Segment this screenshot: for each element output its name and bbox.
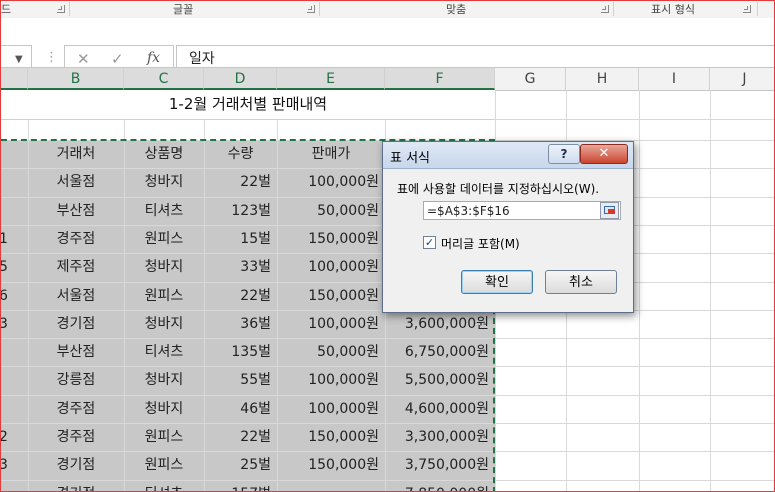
more-icon[interactable]: ⋮: [45, 50, 58, 65]
function-icon[interactable]: fx: [147, 50, 160, 66]
ribbon-group-clipboard: 드: [1, 3, 12, 16]
ribbon-group-font: 글꼴: [173, 3, 194, 16]
help-button[interactable]: ?: [548, 144, 580, 164]
ribbon-separator: [319, 2, 320, 16]
column-gridline: [639, 90, 640, 491]
column-header-b[interactable]: B: [28, 68, 124, 90]
dialog-titlebar[interactable]: 표 서식 ? ✕: [383, 142, 633, 169]
collapse-dialog-button[interactable]: [600, 202, 619, 219]
range-selector-icon-mark: [608, 209, 615, 214]
close-button[interactable]: ✕: [580, 144, 628, 164]
number-launcher-icon[interactable]: [743, 5, 751, 13]
chevron-down-icon[interactable]: ▼: [15, 54, 23, 65]
column-header-h[interactable]: H: [566, 68, 639, 90]
ribbon-separator: [69, 2, 70, 16]
ribbon-group-labels: 드 글꼴 맞춤 표시 형식: [1, 1, 774, 19]
range-input[interactable]: =$A$3:$F$16: [423, 201, 621, 220]
title-row: 1-2월 거래처별 판매내역: [1, 90, 495, 120]
sheet-title[interactable]: 1-2월 거래처별 판매내역: [1, 90, 495, 119]
format-as-table-dialog: 표 서식 ? ✕ 표에 사용할 데이터를 지정하십시오(W). =$A$3:$F…: [382, 141, 634, 313]
column-gridline: [710, 90, 711, 491]
column-header-e[interactable]: E: [277, 68, 385, 90]
ribbon-separator: [613, 2, 614, 16]
enter-icon[interactable]: ✓: [111, 50, 124, 68]
column-header-a[interactable]: [1, 68, 28, 90]
cancel-icon[interactable]: ✕: [77, 50, 90, 68]
range-prompt-label: 표에 사용할 데이터를 지정하십시오(W).: [397, 182, 600, 196]
excel-window: 드 글꼴 맞춤 표시 형식 ▼ ⋮ ✕ ✓ fx 일자 B C D E F G …: [0, 0, 775, 492]
ribbon-separator: [757, 2, 758, 16]
column-header-i[interactable]: I: [639, 68, 710, 90]
ribbon-group-alignment: 맞춤: [446, 3, 467, 16]
headers-checkbox-label[interactable]: 머리글 포함(M): [441, 235, 520, 252]
column-header-d[interactable]: D: [204, 68, 277, 90]
clipboard-launcher-icon[interactable]: [57, 5, 65, 13]
formula-bar: ▼ ⋮ ✕ ✓ fx 일자: [1, 18, 774, 74]
font-launcher-icon[interactable]: [307, 5, 315, 13]
ribbon-group-number: 표시 형식: [651, 3, 695, 16]
ok-button[interactable]: 확인: [461, 270, 533, 294]
column-header-c[interactable]: C: [124, 68, 204, 90]
cancel-button[interactable]: 취소: [545, 270, 617, 294]
column-header-row: B C D E F G H I J: [1, 67, 774, 91]
dialog-title: 표 서식: [390, 151, 431, 166]
column-header-j[interactable]: J: [710, 68, 774, 90]
dialog-body: 표에 사용할 데이터를 지정하십시오(W). =$A$3:$F$16 ✓ 머리글…: [387, 170, 627, 308]
alignment-launcher-icon[interactable]: [601, 5, 609, 13]
column-header-g[interactable]: G: [495, 68, 566, 90]
headers-checkbox[interactable]: ✓: [423, 236, 436, 249]
column-header-f[interactable]: F: [385, 68, 495, 90]
